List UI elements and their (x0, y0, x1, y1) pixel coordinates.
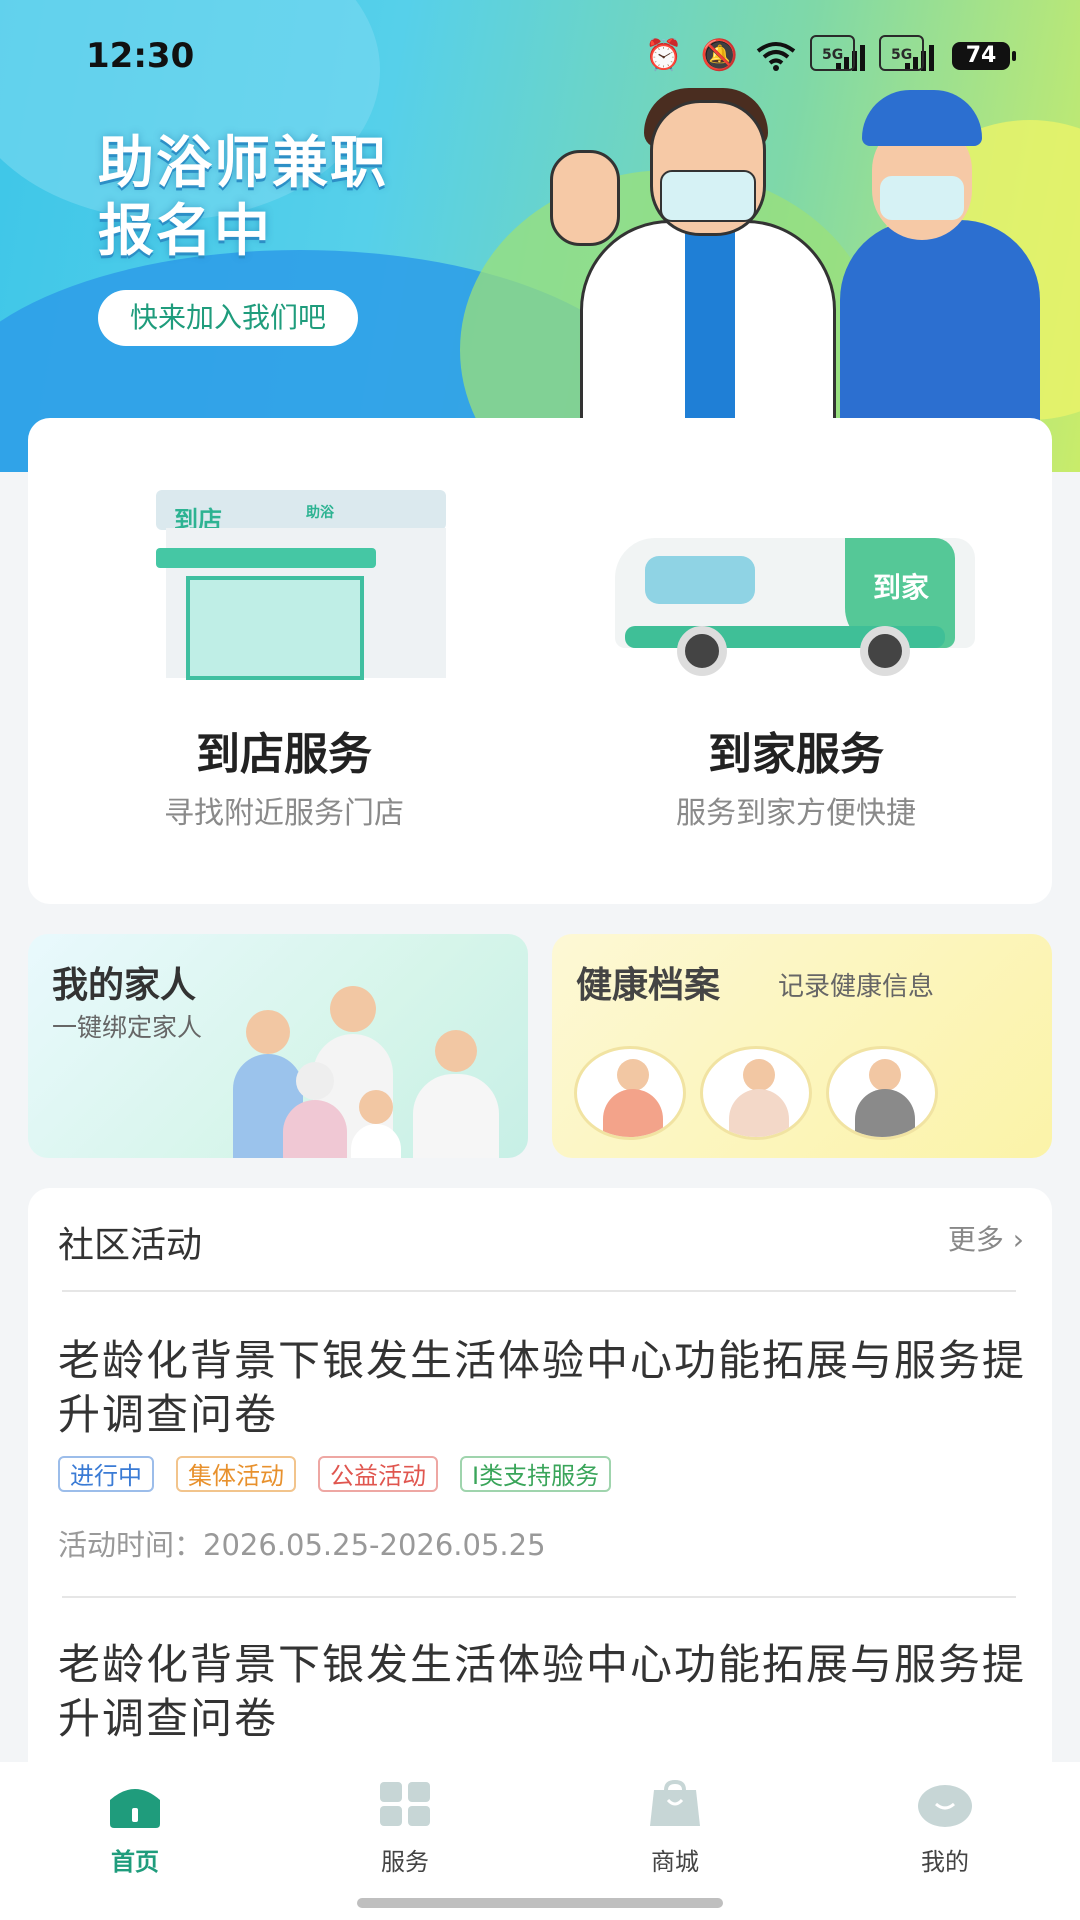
home-service-title: 到家服务 (708, 729, 884, 780)
in-store-service-title: 到店服务 (196, 729, 372, 780)
activity-title: 老龄化背景下银发生活体验中心功能拓展与服务提升调查问卷 (58, 1640, 1027, 1743)
status-icons: ⏰ 🔕 5G 5G 74 (645, 34, 1016, 73)
tab-home[interactable]: 首页 (60, 1780, 210, 1877)
tab-label: 服务 (381, 1848, 429, 1876)
van-sign: 到家 (873, 571, 930, 604)
bottom-tab-bar: 首页 服务 商城 我的 (0, 1762, 1080, 1920)
grid-icon (380, 1782, 430, 1826)
home-icon (110, 1789, 160, 1828)
tag-charity-activity: 公益活动 (318, 1456, 438, 1492)
join-us-button[interactable]: 快来加入我们吧 (98, 290, 359, 346)
alarm-icon: ⏰ (645, 38, 683, 73)
my-family-subtitle: 一键绑定家人 (52, 1013, 203, 1042)
health-record-card[interactable]: 健康档案 记录健康信息 (552, 934, 1052, 1158)
wifi-icon (756, 41, 796, 71)
network-type-label: 5G (879, 34, 925, 71)
elder-avatar (826, 1046, 938, 1140)
status-time: 12:30 (86, 36, 195, 76)
profile-icon (918, 1785, 972, 1827)
tag-support-service: I类支持服务 (460, 1456, 612, 1492)
signal-icon: 5G (879, 34, 934, 71)
my-family-title: 我的家人 (52, 965, 197, 1006)
banner-title-line2: 报名中 (98, 199, 272, 264)
tab-profile[interactable]: 我的 (870, 1780, 1020, 1877)
my-family-card[interactable]: 我的家人 一键绑定家人 (28, 934, 528, 1158)
divider (62, 1596, 1016, 1598)
battery-icon: 74 (952, 41, 1016, 70)
tab-label: 商城 (651, 1848, 699, 1876)
shopping-bag-icon (650, 1779, 700, 1826)
elder-avatar (574, 1046, 686, 1140)
status-bar: 12:30 ⏰ 🔕 5G 5G 74 (0, 0, 1080, 110)
community-activities-section: 社区活动 更多 › 老龄化背景下银发生活体验中心功能拓展与服务提升调查问卷 进行… (28, 1188, 1052, 1788)
elder-avatar (700, 1046, 812, 1140)
tab-label: 我的 (921, 1848, 969, 1876)
home-service[interactable]: 到家 到家服务 服务到家方便快捷 (540, 418, 1052, 904)
signal-icon: 5G (810, 34, 865, 71)
store-sign-small: 助浴 (306, 505, 334, 521)
home-indicator[interactable] (357, 1898, 723, 1908)
tag-group-activity: 集体活动 (176, 1456, 296, 1492)
store-illustration: 到店 助浴 (156, 490, 446, 680)
community-header: 社区活动 (58, 1225, 203, 1266)
in-store-service-subtitle: 寻找附近服务门店 (164, 796, 404, 831)
network-type-label: 5G (810, 34, 856, 71)
service-card: 到店 助浴 到店服务 寻找附近服务门店 到家 到家服务 服务到家方便快捷 (28, 418, 1052, 904)
more-label: 更多 (947, 1223, 1004, 1256)
more-link[interactable]: 更多 › (948, 1218, 1024, 1258)
health-record-subtitle: 记录健康信息 (778, 972, 935, 1002)
health-record-title: 健康档案 (576, 965, 721, 1006)
nurse-illustration (830, 80, 1060, 472)
home-service-subtitle: 服务到家方便快捷 (676, 796, 916, 831)
van-illustration: 到家 (615, 508, 975, 678)
activity-tags: 进行中 集体活动 公益活动 I类支持服务 (58, 1456, 612, 1492)
mute-bell-icon: 🔕 (700, 38, 738, 73)
tab-services[interactable]: 服务 (330, 1780, 480, 1877)
family-photo (233, 986, 528, 1158)
tab-label: 首页 (111, 1848, 159, 1876)
tab-mall[interactable]: 商城 (600, 1779, 750, 1877)
in-store-service[interactable]: 到店 助浴 到店服务 寻找附近服务门店 (28, 418, 540, 904)
banner-title: 助浴师兼职 报名中 (98, 130, 388, 266)
activity-title: 老龄化背景下银发生活体验中心功能拓展与服务提升调查问卷 (58, 1336, 1027, 1439)
chevron-right-icon: › (1012, 1223, 1024, 1256)
tag-in-progress: 进行中 (58, 1456, 154, 1492)
banner-title-line1: 助浴师兼职 (98, 131, 388, 196)
activity-time: 活动时间：2026.05.25-2026.05.25 (58, 1528, 546, 1562)
divider (62, 1290, 1016, 1292)
